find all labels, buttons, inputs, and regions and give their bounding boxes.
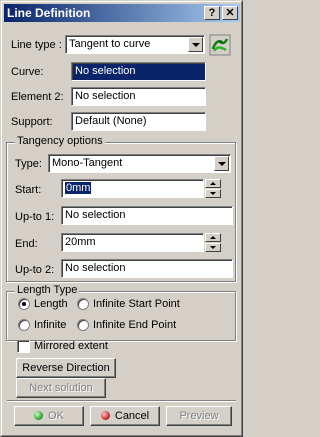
chevron-down-icon[interactable] bbox=[188, 37, 203, 52]
window-title: Line Definition bbox=[7, 6, 91, 20]
spin-up-icon[interactable] bbox=[205, 179, 221, 188]
support-label: Support: bbox=[11, 116, 53, 128]
line-type-label: Line type : bbox=[11, 39, 62, 51]
separator bbox=[7, 400, 236, 402]
element2-field[interactable]: No selection bbox=[71, 87, 206, 106]
upto1-field[interactable]: No selection bbox=[61, 206, 233, 225]
length-type-title: Length Type bbox=[15, 284, 80, 296]
infinite-radio-label: Infinite bbox=[34, 319, 67, 331]
next-solution-button[interactable]: Next solution bbox=[16, 378, 106, 398]
spin-down-icon[interactable] bbox=[205, 189, 221, 198]
help-button[interactable]: ? bbox=[204, 6, 220, 20]
curve-field[interactable]: No selection bbox=[71, 62, 206, 81]
preview-button[interactable]: Preview bbox=[166, 406, 232, 426]
cancel-label: Cancel bbox=[114, 410, 150, 422]
start-value: 0mm bbox=[65, 182, 92, 194]
spin-down-icon[interactable] bbox=[205, 243, 221, 252]
line-type-value: Tangent to curve bbox=[69, 38, 151, 50]
title-bar[interactable]: Line Definition ? ✕ bbox=[4, 4, 240, 22]
start-spinner[interactable] bbox=[205, 179, 221, 198]
cancel-button[interactable]: Cancel bbox=[90, 406, 160, 426]
length-radio[interactable] bbox=[18, 298, 30, 310]
tangency-type-label: Type: bbox=[15, 158, 42, 170]
upto2-field[interactable]: No selection bbox=[61, 259, 233, 278]
end-field[interactable]: 20mm bbox=[61, 233, 204, 252]
ok-label: OK bbox=[48, 410, 64, 422]
chevron-down-icon[interactable] bbox=[214, 156, 229, 171]
close-button[interactable]: ✕ bbox=[222, 6, 238, 20]
line-type-combo[interactable]: Tangent to curve bbox=[65, 35, 205, 54]
infinite-end-radio-label: Infinite End Point bbox=[93, 319, 177, 331]
start-field[interactable]: 0mm bbox=[61, 179, 204, 198]
reverse-tangent-icon[interactable] bbox=[209, 34, 231, 56]
tangency-type-combo[interactable]: Mono-Tangent bbox=[48, 154, 231, 173]
spin-up-icon[interactable] bbox=[205, 233, 221, 242]
reverse-direction-button[interactable]: Reverse Direction bbox=[16, 358, 116, 378]
end-label: End: bbox=[15, 238, 38, 250]
line-definition-dialog: Line Definition ? ✕ Line type : Tangent … bbox=[0, 0, 243, 437]
infinite-start-radio[interactable] bbox=[77, 298, 89, 310]
infinite-end-radio[interactable] bbox=[77, 319, 89, 331]
end-spinner[interactable] bbox=[205, 233, 221, 252]
tangency-type-value: Mono-Tangent bbox=[52, 157, 123, 169]
start-label: Start: bbox=[15, 184, 42, 196]
infinite-start-radio-label: Infinite Start Point bbox=[93, 298, 180, 310]
ok-icon bbox=[34, 410, 44, 420]
mirrored-extent-label: Mirrored extent bbox=[34, 340, 108, 352]
ok-button[interactable]: OK bbox=[14, 406, 84, 426]
support-field[interactable]: Default (None) bbox=[71, 112, 206, 131]
upto1-label: Up-to 1: bbox=[15, 211, 55, 223]
tangency-options-title: Tangency options bbox=[15, 135, 105, 147]
mirrored-extent-checkbox[interactable] bbox=[17, 340, 30, 353]
infinite-radio[interactable] bbox=[18, 319, 30, 331]
curve-label: Curve: bbox=[11, 66, 44, 78]
element2-label: Element 2: bbox=[11, 91, 64, 103]
length-radio-label: Length bbox=[34, 298, 68, 310]
cancel-icon bbox=[100, 410, 110, 420]
upto2-label: Up-to 2: bbox=[15, 264, 55, 276]
